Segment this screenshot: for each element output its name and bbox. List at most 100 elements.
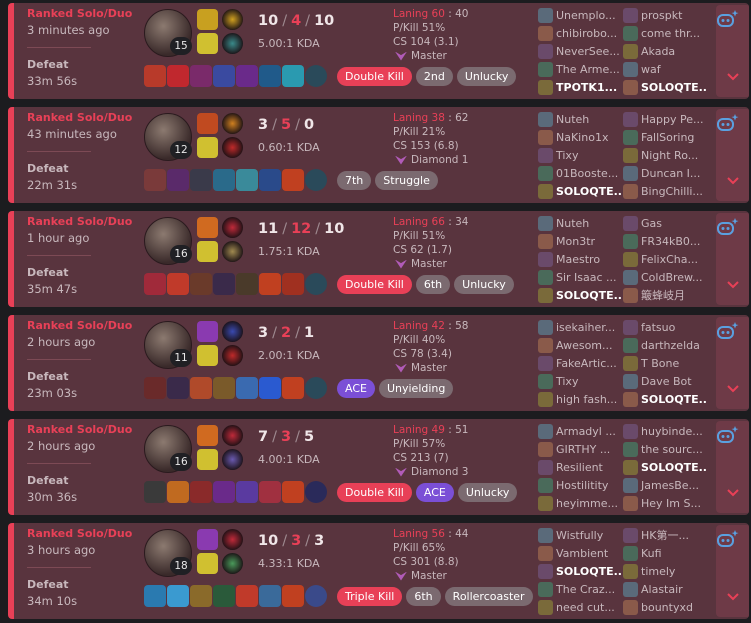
item-icon[interactable] <box>305 273 327 295</box>
player-link[interactable]: Tixy <box>538 372 622 390</box>
player-link[interactable]: NaKino1x <box>538 128 622 146</box>
player-link[interactable]: Wistfully <box>538 526 622 544</box>
item-icon[interactable] <box>167 585 189 607</box>
player-link[interactable]: SOLOQTE... <box>538 286 622 304</box>
item-icon[interactable] <box>190 169 212 191</box>
item-icon[interactable] <box>259 273 281 295</box>
player-link[interactable]: SOLOQTE... <box>623 78 707 96</box>
chevron-down-icon[interactable] <box>726 381 740 395</box>
item-icon[interactable] <box>167 273 189 295</box>
secondary-rune-icon[interactable] <box>222 449 243 470</box>
player-link[interactable]: come thr... <box>623 24 707 42</box>
item-icon[interactable] <box>282 65 304 87</box>
player-link[interactable]: huybinde... <box>623 422 707 440</box>
item-icon[interactable] <box>236 585 258 607</box>
item-icon[interactable] <box>236 377 258 399</box>
match-card[interactable]: Ranked Solo/Duo 43 minutes ago Defeat 22m 3… <box>8 107 749 203</box>
item-icon[interactable] <box>305 65 327 87</box>
item-icon[interactable] <box>190 481 212 503</box>
player-link[interactable]: Nuteh <box>538 214 622 232</box>
player-link[interactable]: prospkt <box>623 6 707 24</box>
item-icon[interactable] <box>305 377 327 399</box>
summoner-spell-icon[interactable] <box>197 217 218 238</box>
item-icon[interactable] <box>259 585 281 607</box>
item-icon[interactable] <box>213 169 235 191</box>
item-icon[interactable] <box>190 273 212 295</box>
player-link[interactable]: waf <box>623 60 707 78</box>
keystone-rune-icon[interactable] <box>222 9 243 30</box>
keystone-rune-icon[interactable] <box>222 425 243 446</box>
player-link[interactable]: 簸蜂岐月 <box>623 286 707 304</box>
item-icon[interactable] <box>167 377 189 399</box>
player-link[interactable]: Kufi <box>623 544 707 562</box>
item-icon[interactable] <box>190 585 212 607</box>
player-link[interactable]: JamesBe... <box>623 476 707 494</box>
player-link[interactable]: Alastair <box>623 580 707 598</box>
item-icon[interactable] <box>213 377 235 399</box>
player-link[interactable]: Maestro <box>538 250 622 268</box>
player-link[interactable]: the sourc... <box>623 440 707 458</box>
flash-spell-icon[interactable] <box>197 241 218 262</box>
item-icon[interactable] <box>167 481 189 503</box>
item-icon[interactable] <box>282 169 304 191</box>
item-icon[interactable] <box>190 377 212 399</box>
flash-spell-icon[interactable] <box>197 33 218 54</box>
item-icon[interactable] <box>282 481 304 503</box>
player-link[interactable]: SOLOQTE... <box>623 458 707 476</box>
player-link[interactable]: heyimme... <box>538 494 622 512</box>
keystone-rune-icon[interactable] <box>222 217 243 238</box>
item-icon[interactable] <box>144 65 166 87</box>
keystone-rune-icon[interactable] <box>222 321 243 342</box>
item-icon[interactable] <box>213 481 235 503</box>
player-link[interactable]: NeverSee... <box>538 42 622 60</box>
player-link[interactable]: The Craz... <box>538 580 622 598</box>
match-card[interactable]: Ranked Solo/Duo 3 hours ago Defeat 34m 10s 1… <box>8 523 749 619</box>
item-icon[interactable] <box>236 65 258 87</box>
player-link[interactable]: chibirobo... <box>538 24 622 42</box>
player-link[interactable]: GIRTHY ... <box>538 440 622 458</box>
item-icon[interactable] <box>167 169 189 191</box>
item-icon[interactable] <box>236 169 258 191</box>
player-link[interactable]: Akada <box>623 42 707 60</box>
flash-spell-icon[interactable] <box>197 553 218 574</box>
player-link[interactable]: Hostilitity <box>538 476 622 494</box>
item-icon[interactable] <box>213 65 235 87</box>
player-link[interactable]: need cut... <box>538 598 622 616</box>
item-icon[interactable] <box>282 377 304 399</box>
item-icon[interactable] <box>259 169 281 191</box>
summoner-spell-icon[interactable] <box>197 9 218 30</box>
item-icon[interactable] <box>259 377 281 399</box>
player-link[interactable]: Nuteh <box>538 110 622 128</box>
player-link[interactable]: The Arme... <box>538 60 622 78</box>
player-link[interactable]: T Bone <box>623 354 707 372</box>
player-link[interactable]: SOLOQTE... <box>538 562 622 580</box>
player-link[interactable]: Night Ro... <box>623 146 707 164</box>
item-icon[interactable] <box>144 481 166 503</box>
player-link[interactable]: Unemplo... <box>538 6 622 24</box>
player-link[interactable]: FallSoring <box>623 128 707 146</box>
chevron-down-icon[interactable] <box>726 69 740 83</box>
summoner-spell-icon[interactable] <box>197 529 218 550</box>
item-icon[interactable] <box>282 273 304 295</box>
player-link[interactable]: FakeArtic... <box>538 354 622 372</box>
ai-assistant-icon[interactable] <box>714 528 740 552</box>
secondary-rune-icon[interactable] <box>222 137 243 158</box>
player-link[interactable]: isekaiher... <box>538 318 622 336</box>
chevron-down-icon[interactable] <box>726 485 740 499</box>
player-link[interactable]: Vambient <box>538 544 622 562</box>
match-card[interactable]: Ranked Solo/Duo 2 hours ago Defeat 30m 36s 1… <box>8 419 749 515</box>
item-icon[interactable] <box>236 481 258 503</box>
item-icon[interactable] <box>144 585 166 607</box>
chevron-down-icon[interactable] <box>726 173 740 187</box>
item-icon[interactable] <box>305 169 327 191</box>
player-link[interactable]: TPOTK1... <box>538 78 622 96</box>
match-card[interactable]: Ranked Solo/Duo 1 hour ago Defeat 35m 47s 16… <box>8 211 749 307</box>
player-link[interactable]: Armadyl ... <box>538 422 622 440</box>
match-card[interactable]: Ranked Solo/Duo 3 minutes ago Defeat 33m 56… <box>8 3 749 99</box>
player-link[interactable]: timely <box>623 562 707 580</box>
player-link[interactable]: Gas <box>623 214 707 232</box>
player-link[interactable]: FelixCha... <box>623 250 707 268</box>
item-icon[interactable] <box>144 273 166 295</box>
player-link[interactable]: bountyxd <box>623 598 707 616</box>
player-link[interactable]: ColdBrew... <box>623 268 707 286</box>
